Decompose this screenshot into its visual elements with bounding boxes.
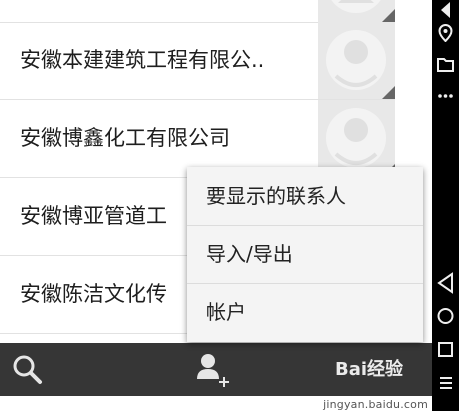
menu-item-label: 导入/导出 (206, 242, 293, 266)
quick-contact-badge-icon (382, 9, 395, 22)
search-icon (13, 355, 42, 384)
location-icon[interactable] (432, 22, 459, 42)
overflow-menu: 要显示的联系人 导入/导出 帐户 (187, 167, 423, 342)
contact-name: 安徽陈洁文化传 (20, 282, 167, 306)
home-icon[interactable] (432, 303, 459, 329)
menu-item-contacts-to-display[interactable]: 要显示的联系人 (187, 167, 423, 226)
watermark-url: jingyan.baidu.com (323, 398, 428, 411)
back-icon[interactable] (432, 270, 459, 296)
contacts-screen: 安徽本建建筑工程有限公.. 安徽博鑫化工有限公司 安徽博亚管道工 安徽陈洁文化传… (0, 0, 459, 411)
list-icon[interactable] (432, 370, 459, 396)
watermark-strip: jingyan.baidu.com (0, 396, 432, 411)
contact-name: 安徽本建建筑工程有限公.. (20, 48, 265, 72)
menu-item-accounts[interactable]: 帐户 (187, 283, 423, 341)
menu-item-import-export[interactable]: 导入/导出 (187, 225, 423, 284)
contact-row[interactable]: 安徽本建建筑工程有限公.. (0, 22, 395, 100)
contact-row[interactable] (0, 0, 395, 23)
watermark-logo: Bai经验 (335, 359, 404, 380)
contact-name: 安徽博亚管道工 (20, 204, 167, 228)
more-icon[interactable] (432, 86, 459, 106)
folder-icon[interactable] (432, 54, 459, 74)
contact-avatar[interactable] (318, 0, 395, 22)
contact-avatar[interactable] (318, 22, 395, 99)
menu-item-label: 帐户 (206, 300, 246, 324)
recents-icon[interactable] (432, 337, 459, 363)
quick-contact-badge-icon (382, 86, 395, 99)
contact-name: 安徽博鑫化工有限公司 (20, 126, 230, 150)
system-navigation-bar (432, 0, 459, 411)
contact-avatar[interactable] (318, 100, 395, 177)
menu-item-label: 要显示的联系人 (206, 184, 346, 208)
add-contact-icon (197, 354, 229, 387)
search-button[interactable] (0, 343, 60, 396)
triangle-top-icon (441, 2, 450, 18)
add-contact-button[interactable] (186, 343, 246, 396)
